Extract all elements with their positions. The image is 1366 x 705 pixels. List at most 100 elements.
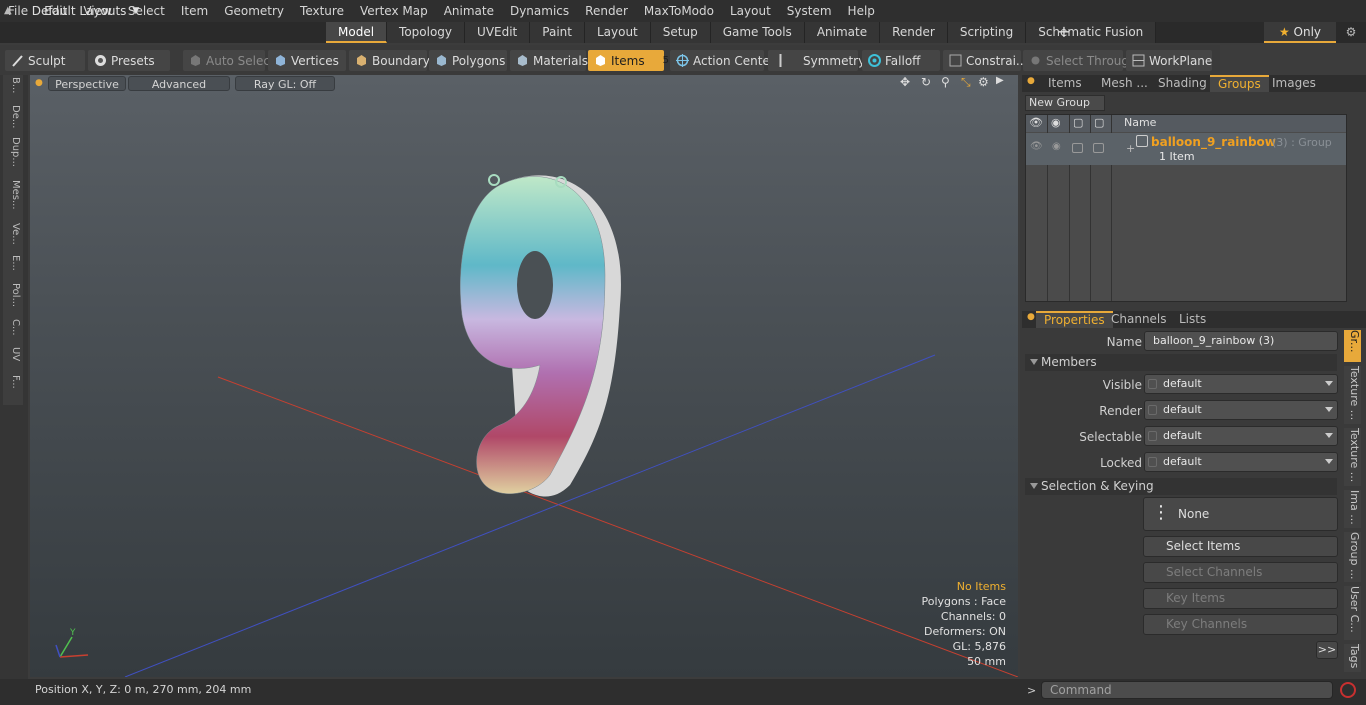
- tab-paint[interactable]: Paint: [530, 22, 585, 43]
- auto-select-button[interactable]: Auto Select: [183, 50, 275, 71]
- move-view-icon[interactable]: ✥: [900, 75, 910, 89]
- select-items-button[interactable]: Select Items: [1143, 536, 1338, 557]
- right-tab-1[interactable]: Texture ...: [1344, 366, 1361, 424]
- render-select[interactable]: default: [1144, 400, 1338, 420]
- polygons-button[interactable]: Polygons: [429, 50, 507, 71]
- command-input[interactable]: Command: [1041, 681, 1333, 699]
- menu-item-render[interactable]: Render: [577, 0, 636, 22]
- menu-item-texture[interactable]: Texture: [292, 0, 352, 22]
- left-tab-9[interactable]: F...: [5, 375, 21, 401]
- left-tab-2[interactable]: Dup...: [5, 137, 21, 175]
- left-tab-4[interactable]: Ve...: [5, 223, 21, 251]
- props-tab-properties[interactable]: Properties: [1036, 311, 1113, 328]
- sculpt-button[interactable]: Sculpt: [5, 50, 85, 71]
- selectable-select[interactable]: default: [1144, 426, 1338, 446]
- add-layout-tab-button[interactable]: +: [1055, 22, 1073, 43]
- viewport-menu-icon[interactable]: ●: [35, 78, 43, 88]
- scene-tab-images[interactable]: Images: [1264, 75, 1324, 92]
- menu-item-system[interactable]: System: [779, 0, 840, 22]
- layout-selector[interactable]: ▲ Default Layouts ▼: [4, 2, 139, 19]
- tab-animate[interactable]: Animate: [804, 22, 881, 43]
- tab-render[interactable]: Render: [880, 22, 948, 43]
- menu-item-help[interactable]: Help: [840, 0, 883, 22]
- gear-icon[interactable]: ⚙: [1341, 23, 1361, 41]
- selection-keying-section[interactable]: Selection & Keying: [1025, 478, 1337, 495]
- none-button[interactable]: ⋮ None: [1143, 497, 1338, 531]
- locked-select[interactable]: default: [1144, 452, 1338, 472]
- visibility-col-icon[interactable]: 👁: [1029, 116, 1043, 129]
- left-tab-8[interactable]: UV: [5, 347, 21, 371]
- left-tab-7[interactable]: C...: [5, 319, 21, 343]
- menu-item-geometry[interactable]: Geometry: [216, 0, 292, 22]
- symmetry-button[interactable]: Symmetry: [768, 50, 865, 71]
- left-tab-0[interactable]: B...: [5, 77, 21, 101]
- 3d-viewport[interactable]: Y No Items Polygons : Face Channels: 0 D…: [30, 75, 1018, 677]
- right-tab-5[interactable]: User C...: [1344, 586, 1361, 640]
- eye-icon[interactable]: 👁: [1030, 141, 1043, 152]
- items-button[interactable]: Items 5: [588, 50, 669, 71]
- left-tab-1[interactable]: De...: [5, 105, 21, 133]
- constraints-button[interactable]: Constrai...: [943, 50, 1027, 71]
- fit-view-icon[interactable]: ⤡: [961, 75, 971, 90]
- tab-layout[interactable]: Layout: [584, 22, 651, 43]
- expand-icon[interactable]: +: [1126, 142, 1135, 155]
- workplane-button[interactable]: WorkPlane: [1126, 50, 1212, 71]
- new-group-button[interactable]: New Group: [1025, 95, 1105, 111]
- viewport-expand-icon[interactable]: ▶: [996, 75, 1004, 86]
- tab-schematic-fusion[interactable]: Schematic Fusion: [1026, 22, 1157, 43]
- scene-tab-mesh[interactable]: Mesh ...: [1093, 75, 1156, 92]
- menu-item-animate[interactable]: Animate: [436, 0, 502, 22]
- visible-select[interactable]: default: [1144, 374, 1338, 394]
- lock-toggle[interactable]: [1093, 143, 1104, 153]
- menu-item-item[interactable]: Item: [173, 0, 216, 22]
- props-tab-lists[interactable]: Lists: [1171, 311, 1214, 328]
- group-row[interactable]: 👁 ◉ + balloon_9_rainbow (3) : Group 1 It…: [1026, 133, 1346, 165]
- render-col-icon[interactable]: ◉: [1051, 116, 1061, 129]
- shading-button[interactable]: Advanced: [128, 76, 230, 91]
- zoom-view-icon[interactable]: ⚲: [941, 75, 950, 89]
- name-column-header[interactable]: Name: [1124, 116, 1156, 129]
- key-channels-button[interactable]: Key Channels: [1143, 614, 1338, 635]
- menu-item-maxtomodo[interactable]: MaxToModo: [636, 0, 722, 22]
- left-tab-5[interactable]: E...: [5, 255, 21, 279]
- menu-item-dynamics[interactable]: Dynamics: [502, 0, 577, 22]
- boundary-button[interactable]: Boundary: [349, 50, 430, 71]
- left-tab-3[interactable]: Mes...: [5, 180, 21, 218]
- properties-menu-icon[interactable]: ●: [1027, 312, 1035, 322]
- scene-tab-items[interactable]: Items: [1040, 75, 1090, 92]
- props-tab-channels[interactable]: Channels: [1103, 311, 1175, 328]
- select-through-button[interactable]: Select Through: [1023, 50, 1137, 71]
- scene-tab-groups[interactable]: Groups: [1210, 75, 1269, 92]
- select-col-icon[interactable]: ▢: [1073, 116, 1083, 129]
- tab-model[interactable]: Model: [326, 22, 388, 43]
- scene-menu-icon[interactable]: ●: [1027, 76, 1035, 86]
- menu-item-vertex-map[interactable]: Vertex Map: [352, 0, 436, 22]
- tab-uvedit[interactable]: UVEdit: [465, 22, 531, 43]
- materials-button[interactable]: Materials: [510, 50, 588, 71]
- key-items-button[interactable]: Key Items: [1143, 588, 1338, 609]
- tab-scripting[interactable]: Scripting: [947, 22, 1027, 43]
- tab-topology[interactable]: Topology: [387, 22, 466, 43]
- record-icon[interactable]: [1340, 682, 1356, 698]
- only-button[interactable]: ★ Only: [1264, 22, 1336, 43]
- scene-tab-shading[interactable]: Shading: [1150, 75, 1215, 92]
- tab-game-tools[interactable]: Game Tools: [710, 22, 805, 43]
- falloff-button[interactable]: Falloff: [862, 50, 940, 71]
- lock-col-icon[interactable]: ▢: [1094, 116, 1104, 129]
- right-tab-3[interactable]: Ima ...: [1344, 490, 1361, 528]
- selectable-toggle[interactable]: [1072, 143, 1083, 153]
- perspective-button[interactable]: Perspective: [48, 76, 126, 91]
- presets-button[interactable]: Presets: [88, 50, 170, 71]
- name-field[interactable]: balloon_9_rainbow (3): [1144, 331, 1338, 351]
- vertices-button[interactable]: Vertices 1: [268, 50, 355, 71]
- right-tab-4[interactable]: Group ...: [1344, 532, 1361, 582]
- more-button[interactable]: >>: [1316, 641, 1338, 659]
- right-tab-2[interactable]: Texture ...: [1344, 428, 1361, 486]
- select-channels-button[interactable]: Select Channels: [1143, 562, 1338, 583]
- left-tab-6[interactable]: Pol...: [5, 283, 21, 315]
- viewport-gear-icon[interactable]: ⚙: [978, 75, 989, 89]
- tab-setup[interactable]: Setup: [650, 22, 711, 43]
- right-tab-0[interactable]: Gr...: [1344, 330, 1361, 362]
- menu-item-layout[interactable]: Layout: [722, 0, 779, 22]
- members-section[interactable]: Members: [1025, 354, 1337, 371]
